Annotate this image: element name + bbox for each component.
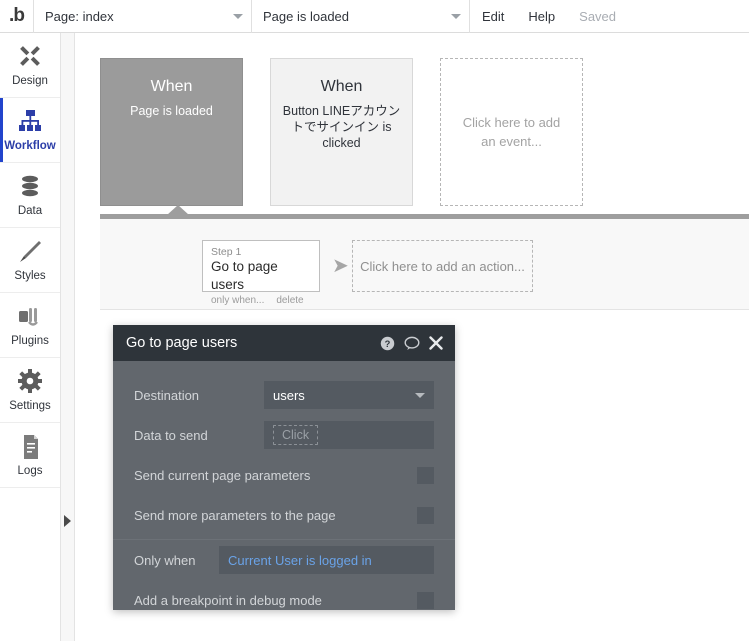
step-sublinks: only when... delete	[211, 294, 311, 307]
only-when-value: Current User is logged in	[228, 552, 372, 568]
svg-text:?: ?	[385, 338, 391, 348]
event-card-page-is-loaded[interactable]: When Page is loaded	[100, 58, 243, 206]
chevron-down-icon	[233, 13, 243, 19]
send-current-page-parameters-row: Send current page parameters	[113, 455, 455, 495]
data-to-send-placeholder: Click	[273, 425, 319, 445]
data-icon	[22, 175, 38, 197]
design-icon	[20, 46, 40, 66]
edit-button[interactable]: Edit	[470, 0, 516, 33]
modal-title: Go to page users	[126, 335, 238, 351]
saved-status: Saved	[579, 8, 617, 24]
right-triangle-icon[interactable]	[64, 515, 71, 527]
event-card-description: Button LINEアカウントでサインイン is clicked	[282, 104, 401, 150]
event-card-description: Page is loaded	[130, 104, 213, 118]
help-circle-icon[interactable]: ?	[380, 336, 395, 351]
action-properties-modal: Go to page users ? Destination users Dat…	[113, 325, 455, 610]
page-selector[interactable]: Page: index	[34, 0, 251, 33]
add-event-card[interactable]: Click here to add an event...	[440, 58, 583, 206]
sidebar-item-label: Design	[12, 75, 48, 87]
collapsed-panel-strip	[61, 33, 75, 641]
sidebar-item-label: Settings	[9, 400, 51, 412]
destination-label: Destination	[134, 387, 200, 403]
help-button[interactable]: Help	[516, 0, 567, 33]
event-card-when: When	[150, 78, 193, 95]
event-card-button-clicked[interactable]: When Button LINEアカウントでサインイン is clicked	[270, 58, 413, 206]
page-selector-label: Page: index	[45, 8, 114, 24]
send-more-parameters-checkbox[interactable]	[417, 506, 434, 524]
logs-icon	[24, 435, 38, 459]
sidebar-item-styles[interactable]: Styles	[0, 228, 60, 293]
bubble-workflow-editor: .b Page: index Page is loaded Edit Help …	[0, 0, 749, 641]
step-delete-link[interactable]: delete	[276, 294, 303, 307]
data-to-send-row: Data to send Click	[113, 415, 455, 455]
action-step-1[interactable]: Step 1 Go to page users only when... del…	[202, 240, 320, 306]
breakpoint-checkbox[interactable]	[417, 591, 434, 609]
send-more-parameters-row: Send more parameters to the page	[113, 495, 455, 535]
sidebar-item-label: Plugins	[11, 335, 49, 347]
step-number: Step 1	[211, 246, 242, 258]
step-title: Go to page users	[211, 259, 278, 292]
data-to-send-label: Data to send	[134, 427, 208, 443]
modal-header: Go to page users ?	[113, 325, 455, 361]
destination-value: users	[273, 387, 305, 403]
top-toolbar: .b Page: index Page is loaded Edit Help …	[0, 0, 749, 33]
breakpoint-row: Add a breakpoint in debug mode	[113, 580, 455, 620]
only-when-row: Only when Current User is logged in	[113, 540, 455, 580]
sidebar-item-data[interactable]: Data	[0, 163, 60, 228]
sidebar-item-settings[interactable]: Settings	[0, 358, 60, 423]
actions-panel: Step 1 Go to page users only when... del…	[100, 219, 749, 310]
add-action-label: Click here to add an action...	[360, 258, 525, 274]
close-icon[interactable]	[429, 336, 443, 350]
add-action-box[interactable]: Click here to add an action...	[352, 240, 533, 292]
plugins-icon	[19, 308, 38, 326]
sidebar-item-plugins[interactable]: Plugins	[0, 293, 60, 358]
event-selector[interactable]: Page is loaded	[252, 0, 469, 33]
only-when-label: Only when	[134, 552, 196, 568]
gear-icon	[18, 369, 42, 393]
only-when-expression[interactable]: Current User is logged in	[219, 546, 434, 574]
chevron-down-icon	[415, 392, 425, 398]
data-to-send-field[interactable]: Click	[264, 421, 434, 449]
destination-dropdown[interactable]: users	[264, 381, 434, 409]
event-card-list: When Page is loaded When Button LINEアカウン…	[76, 34, 749, 209]
arrow-right-icon: ➤	[332, 255, 349, 277]
sidebar-item-label: Styles	[14, 270, 46, 282]
styles-icon	[20, 241, 41, 262]
send-more-parameters-label: Send more parameters to the page	[134, 507, 336, 523]
chevron-down-icon	[451, 13, 461, 19]
sidebar-item-design[interactable]: Design	[0, 33, 60, 98]
sidebar-item-label: Workflow	[4, 140, 56, 152]
add-event-label: Click here to add an event...	[462, 115, 561, 149]
destination-row: Destination users	[113, 375, 455, 415]
send-current-page-parameters-label: Send current page parameters	[134, 467, 311, 483]
event-selector-label: Page is loaded	[263, 8, 350, 24]
left-sidebar: Design Workflow Data Styles Plugins Sett…	[0, 33, 61, 641]
sidebar-item-workflow[interactable]: Workflow	[0, 98, 60, 163]
sidebar-item-label: Logs	[17, 465, 43, 477]
send-current-page-parameters-checkbox[interactable]	[417, 466, 434, 484]
workflow-icon	[19, 110, 41, 131]
modal-header-icons: ?	[380, 336, 443, 351]
event-card-when: When	[320, 78, 363, 95]
bubble-logo[interactable]: .b	[0, 0, 33, 33]
comment-icon[interactable]	[404, 336, 420, 351]
breakpoint-label: Add a breakpoint in debug mode	[134, 592, 322, 608]
sidebar-item-label: Data	[17, 205, 43, 217]
modal-body: Destination users Data to send Click Sen…	[113, 361, 455, 620]
sidebar-item-logs[interactable]: Logs	[0, 423, 60, 488]
step-only-when-link[interactable]: only when...	[211, 294, 264, 307]
